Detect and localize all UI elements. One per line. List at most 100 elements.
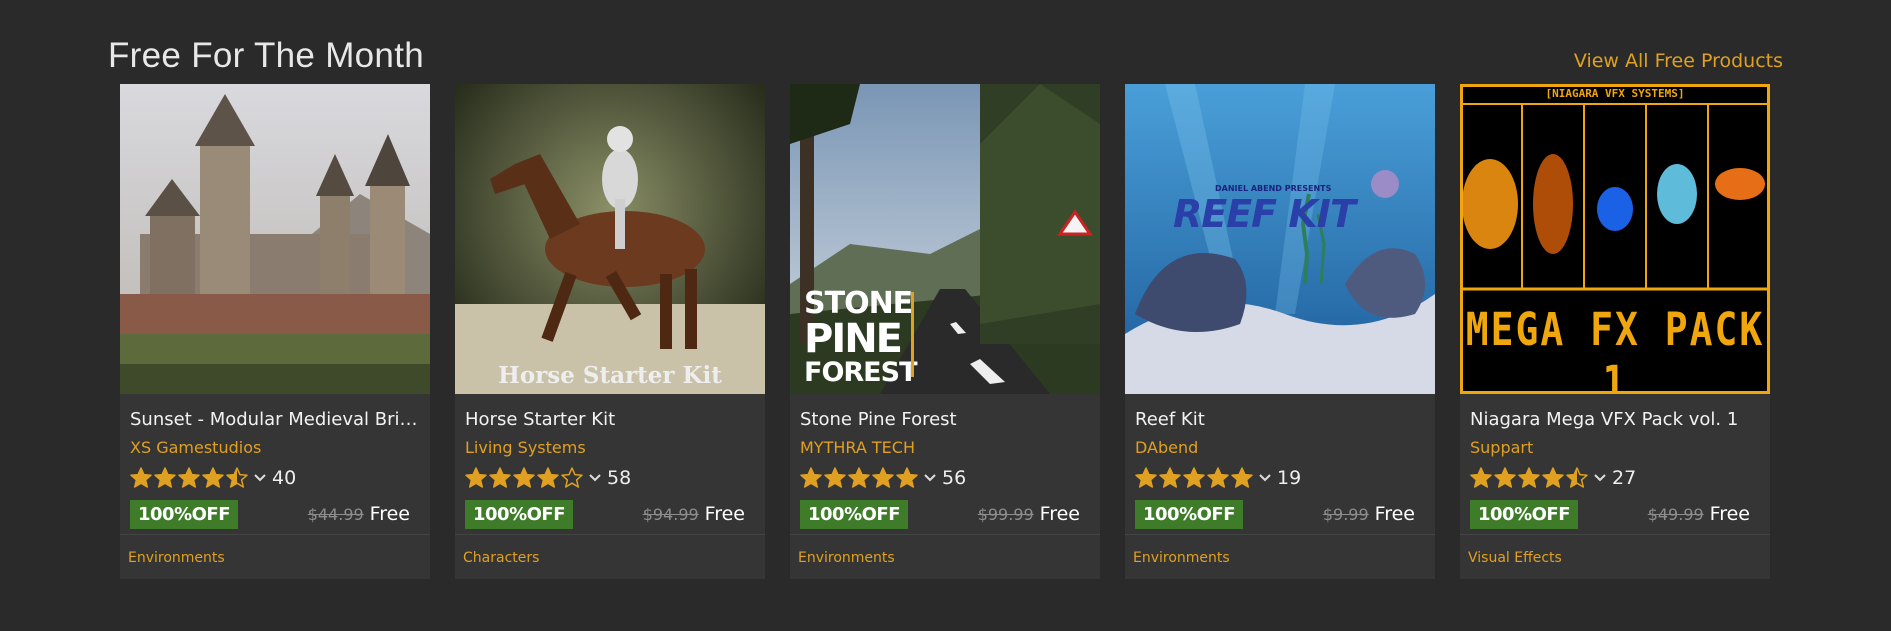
star-full-icon — [1470, 467, 1492, 488]
star-full-icon — [130, 467, 152, 488]
star-full-icon — [513, 467, 535, 488]
star-full-icon — [202, 467, 224, 488]
product-rating: 58 — [465, 463, 755, 493]
divider — [790, 534, 1100, 535]
original-price: $9.99 — [1322, 505, 1369, 524]
sale-price: Free — [369, 503, 410, 525]
star-full-icon — [1159, 467, 1181, 488]
product-card[interactable]: DANIEL ABEND PRESENTS REEF KIT Reef Kit … — [1125, 84, 1435, 579]
product-seller[interactable]: MYTHRA TECH — [800, 437, 1090, 459]
product-title[interactable]: Stone Pine Forest — [800, 408, 1090, 432]
star-full-icon — [1207, 467, 1229, 488]
product-rating: 27 — [1470, 463, 1760, 493]
product-title[interactable]: Horse Starter Kit — [465, 408, 755, 432]
product-thumbnail[interactable]: [NIAGARA VFX SYSTEMS] MEGA FX PACK 1 — [1460, 84, 1770, 394]
discount-badge: 100%OFF — [130, 499, 239, 529]
stone-pine-forest-logo: STONE PINE FOREST — [804, 286, 917, 388]
product-card[interactable]: Sunset - Modular Medieval Brick ... XS G… — [120, 84, 430, 579]
rating-count: 56 — [942, 467, 967, 489]
discount-badge: 100%OFF — [465, 499, 574, 529]
product-grid: Sunset - Modular Medieval Brick ... XS G… — [120, 84, 1770, 579]
product-thumbnail[interactable]: DANIEL ABEND PRESENTS REEF KIT — [1125, 84, 1435, 394]
star-half-icon — [226, 467, 248, 488]
star-rating — [1470, 467, 1588, 489]
star-full-icon — [154, 467, 176, 488]
view-all-free-products-link[interactable]: View All Free Products — [1574, 50, 1783, 72]
star-empty-icon — [561, 467, 583, 488]
star-rating — [130, 467, 248, 489]
product-thumbnail[interactable]: STONE PINE FOREST — [790, 84, 1100, 394]
product-title[interactable]: Sunset - Modular Medieval Brick ... — [130, 408, 420, 432]
star-full-icon — [824, 467, 846, 488]
original-price: $44.99 — [307, 505, 364, 524]
chevron-down-icon[interactable] — [924, 473, 936, 483]
sale-price: Free — [704, 503, 745, 525]
chevron-down-icon[interactable] — [1259, 473, 1271, 483]
sale-price: Free — [1374, 503, 1415, 525]
category-link[interactable]: Visual Effects — [1468, 550, 1562, 566]
sale-price: Free — [1709, 503, 1750, 525]
star-full-icon — [1183, 467, 1205, 488]
star-full-icon — [537, 467, 559, 488]
star-rating — [800, 467, 918, 489]
star-rating — [465, 467, 583, 489]
reef-image — [1125, 84, 1435, 394]
product-title[interactable]: Reef Kit — [1135, 408, 1425, 432]
chevron-down-icon[interactable] — [254, 473, 266, 483]
product-seller[interactable]: DAbend — [1135, 437, 1425, 459]
product-card[interactable]: STONE PINE FOREST Stone Pine Forest MYTH… — [790, 84, 1100, 579]
rating-count: 27 — [1612, 467, 1637, 489]
rating-count: 58 — [607, 467, 632, 489]
product-rating: 40 — [130, 463, 420, 493]
divider — [455, 534, 765, 535]
discount-badge: 100%OFF — [1135, 499, 1244, 529]
star-full-icon — [800, 467, 822, 488]
horse-image — [455, 84, 765, 394]
star-full-icon — [1135, 467, 1157, 488]
sale-price: Free — [1039, 503, 1080, 525]
divider — [1125, 534, 1435, 535]
price-row: 100%OFF $49.99 Free — [1470, 497, 1760, 531]
image-caption: REEF KIT — [1173, 192, 1356, 236]
divider — [120, 534, 430, 535]
product-rating: 56 — [800, 463, 1090, 493]
product-title[interactable]: Niagara Mega VFX Pack vol. 1 — [1470, 408, 1760, 432]
product-seller[interactable]: Living Systems — [465, 437, 755, 459]
category-link[interactable]: Environments — [798, 550, 895, 566]
star-full-icon — [178, 467, 200, 488]
logo-accent-bar — [911, 292, 914, 377]
chevron-down-icon[interactable] — [589, 473, 601, 483]
star-full-icon — [489, 467, 511, 488]
star-full-icon — [896, 467, 918, 488]
product-thumbnail[interactable] — [120, 84, 430, 394]
image-caption: Horse Starter Kit — [498, 362, 722, 389]
original-price: $49.99 — [1647, 505, 1704, 524]
product-thumbnail[interactable]: Horse Starter Kit — [455, 84, 765, 394]
image-top-text: [NIAGARA VFX SYSTEMS] — [1545, 87, 1685, 100]
product-card[interactable]: [NIAGARA VFX SYSTEMS] MEGA FX PACK 1 Nia… — [1460, 84, 1770, 579]
rating-count: 19 — [1277, 467, 1302, 489]
star-half-icon — [1566, 467, 1588, 488]
product-seller[interactable]: XS Gamestudios — [130, 437, 420, 459]
divider — [1460, 534, 1770, 535]
castle-image — [120, 84, 430, 394]
product-seller[interactable]: Suppart — [1470, 437, 1760, 459]
price-row: 100%OFF $94.99 Free — [465, 497, 755, 531]
star-rating — [1135, 467, 1253, 489]
category-link[interactable]: Environments — [128, 550, 225, 566]
category-link[interactable]: Environments — [1133, 550, 1230, 566]
product-card[interactable]: Horse Starter Kit Horse Starter Kit Livi… — [455, 84, 765, 579]
star-full-icon — [1494, 467, 1516, 488]
chevron-down-icon[interactable] — [1594, 473, 1606, 483]
star-full-icon — [1542, 467, 1564, 488]
category-link[interactable]: Characters — [463, 550, 539, 566]
original-price: $99.99 — [977, 505, 1034, 524]
product-rating: 19 — [1135, 463, 1425, 493]
star-full-icon — [1231, 467, 1253, 488]
star-full-icon — [872, 467, 894, 488]
price-row: 100%OFF $99.99 Free — [800, 497, 1090, 531]
star-full-icon — [1518, 467, 1540, 488]
price-row: 100%OFF $44.99 Free — [130, 497, 420, 531]
star-full-icon — [465, 467, 487, 488]
discount-badge: 100%OFF — [800, 499, 909, 529]
